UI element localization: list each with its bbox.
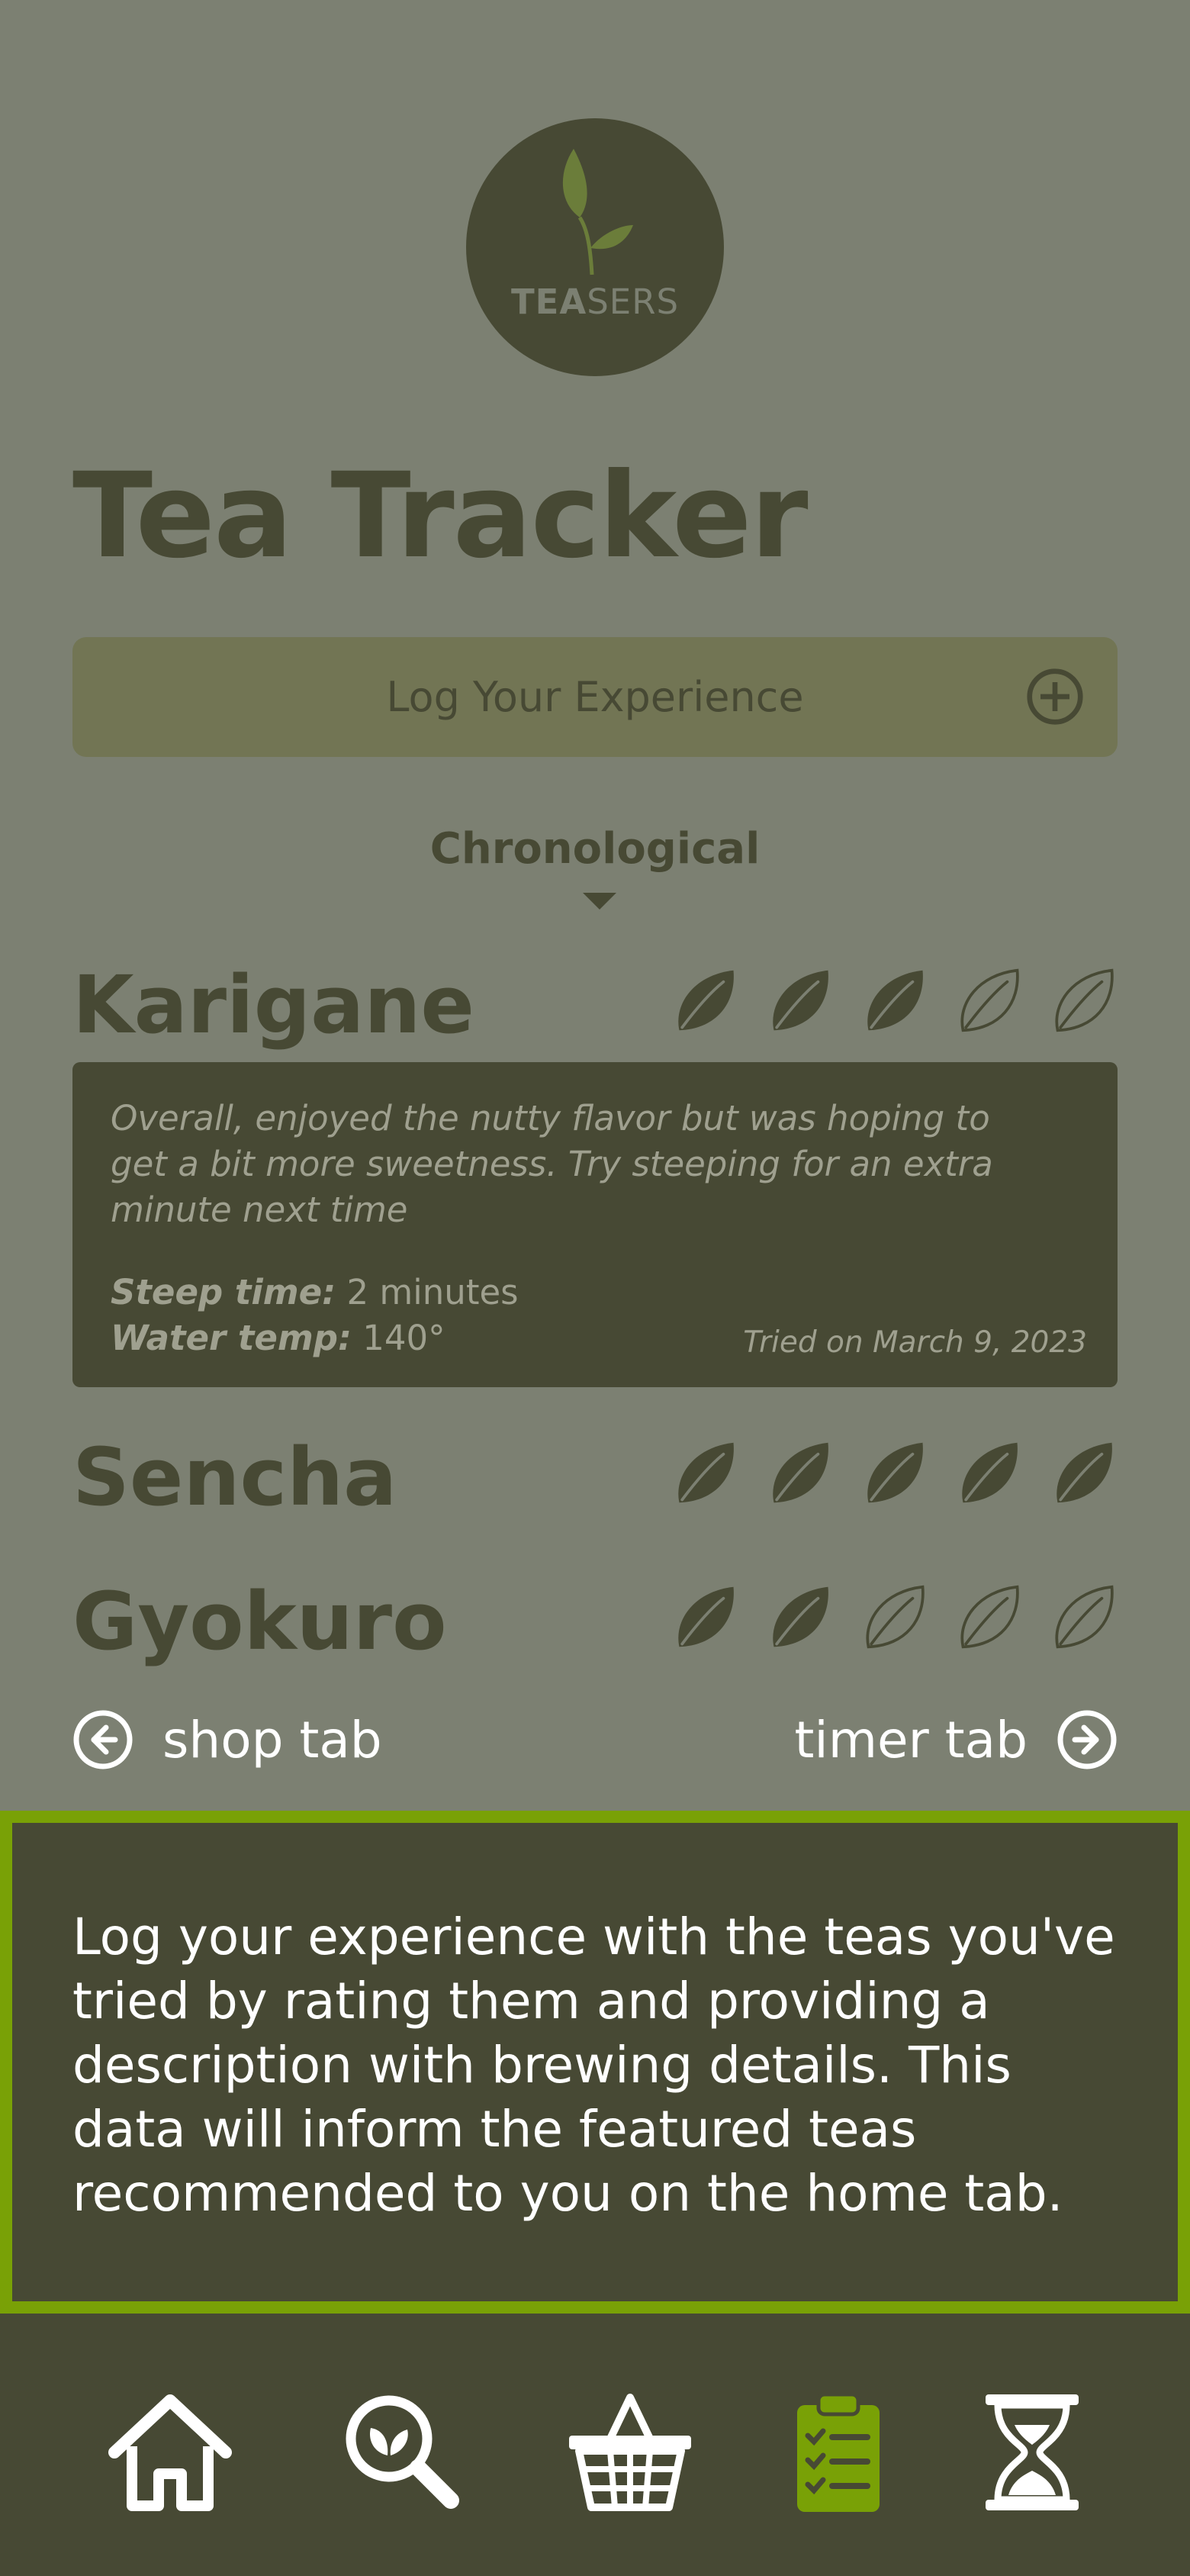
tab-tracker[interactable] [770, 2384, 907, 2521]
tea-name[interactable]: Sencha [72, 1438, 397, 1517]
steep-time-value: 2 minutes [346, 1272, 519, 1312]
leaf-outline-icon [1055, 968, 1114, 1032]
info-panel: Log your experience with the teas you've… [0, 1811, 1190, 2314]
rating-leaves [674, 1438, 1118, 1508]
sort-label: Chronological [429, 824, 761, 874]
leaf-filled-icon [678, 970, 734, 1031]
timer-tab-label: timer tab [794, 1710, 1028, 1769]
caret-down-icon [583, 892, 616, 910]
shop-tab-label: shop tab [162, 1710, 382, 1769]
leaf-outline-icon [960, 1585, 1019, 1649]
entry-meta: Steep time: 2 minutes Water temp: 140° [111, 1270, 519, 1361]
water-temp-value: 140° [362, 1318, 445, 1358]
arrow-left-circle-icon [73, 1710, 133, 1769]
tea-name[interactable]: Karigane [72, 965, 474, 1045]
leaf-filled-icon [678, 1586, 734, 1647]
tea-sprout-icon [562, 149, 633, 275]
info-text: Log your experience with the teas you've… [72, 1908, 1115, 2223]
tried-date: Tried on March 9, 2023 [743, 1325, 1087, 1360]
tab-search[interactable] [333, 2384, 470, 2521]
leaf-filled-icon [773, 1586, 828, 1647]
tab-shop[interactable] [561, 2384, 699, 2521]
tea-name[interactable]: Gyokuro [72, 1582, 447, 1661]
arrow-right-circle-icon [1057, 1710, 1117, 1769]
page-title: Tea Tracker [72, 448, 809, 584]
log-experience-label: Log Your Experience [386, 673, 804, 721]
shop-tab-link[interactable]: shop tab [72, 1709, 382, 1770]
leaf-filled-icon [867, 970, 923, 1031]
leaf-filled-icon [773, 970, 828, 1031]
leaf-outline-icon [1055, 1585, 1114, 1649]
basket-icon [569, 2394, 691, 2511]
leaf-filled-icon [773, 1442, 828, 1503]
home-icon [108, 2394, 232, 2511]
leaf-filled-icon [678, 1442, 734, 1503]
entry-description: Overall, enjoyed the nutty flavor but wa… [111, 1098, 993, 1230]
leaf-outline-icon [960, 968, 1019, 1032]
plus-circle-icon [1027, 668, 1083, 725]
hourglass-icon [986, 2394, 1079, 2510]
sort-dropdown[interactable]: Chronological [427, 824, 763, 923]
clipboard-checklist-icon [797, 2392, 880, 2512]
brand-logo: TEASERS [466, 118, 724, 376]
timer-tab-link[interactable]: timer tab [795, 1709, 1118, 1770]
log-experience-button[interactable]: Log Your Experience [72, 637, 1118, 757]
tea-entry-card: Overall, enjoyed the nutty flavor but wa… [72, 1062, 1118, 1387]
rating-leaves [674, 965, 1118, 1035]
leaf-filled-icon [1057, 1442, 1112, 1503]
bottom-tab-bar [0, 2314, 1190, 2576]
brand-wordmark: TEASERS [510, 282, 680, 322]
rating-leaves [674, 1582, 1118, 1652]
leaf-filled-icon [962, 1442, 1018, 1503]
water-temp-label: Water temp: [111, 1318, 352, 1358]
tab-home[interactable] [101, 2384, 239, 2521]
search-leaf-icon [346, 2395, 459, 2509]
tab-timer[interactable] [963, 2384, 1101, 2521]
leaf-outline-icon [866, 1585, 925, 1649]
steep-time-label: Steep time: [111, 1272, 336, 1312]
leaf-filled-icon [867, 1442, 923, 1503]
